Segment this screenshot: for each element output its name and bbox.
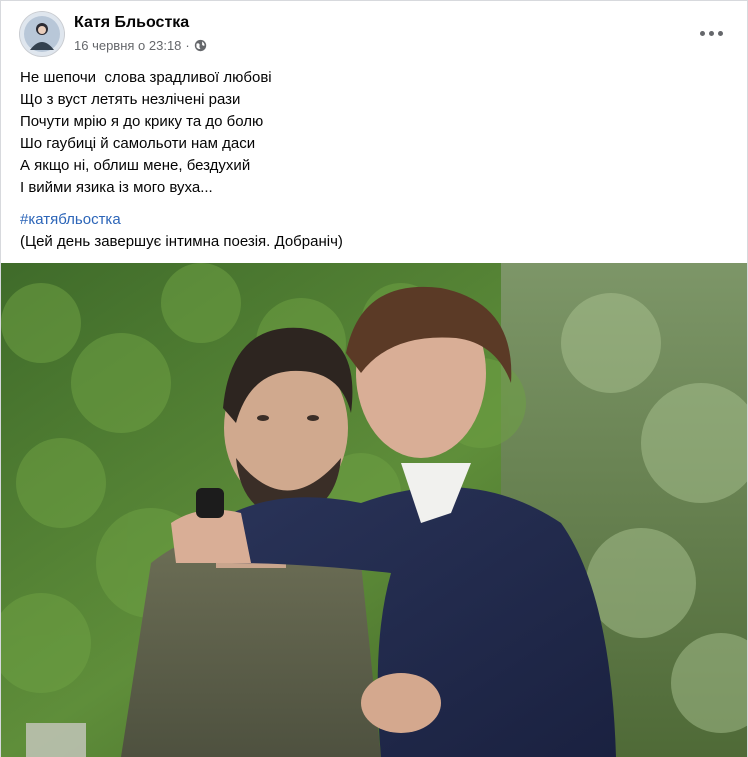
meta-separator: · [185, 38, 190, 53]
poem-line: І вийми язика із мого вуха... [20, 179, 213, 196]
poem-line: Почути мрію я до крику та до болю [20, 113, 264, 130]
author-name[interactable]: Катя Бльостка [74, 14, 189, 32]
post-meta: 16 червня о 23:18 · [74, 38, 207, 53]
author-avatar[interactable] [20, 12, 64, 56]
hashtag-link[interactable]: #катябльостка [20, 211, 121, 228]
poem-line: Що з вуст летять незлічені рази [20, 91, 241, 108]
globe-icon[interactable] [194, 39, 207, 52]
avatar-image [20, 12, 64, 56]
facebook-post: Катя Бльостка 16 червня о 23:18 · Не шеп… [0, 0, 748, 757]
post-header: Катя Бльостка 16 червня о 23:18 · [1, 1, 747, 63]
more-options-icon[interactable] [693, 19, 729, 47]
photo-image [1, 263, 747, 757]
post-footer-text: (Цей день завершує інтимна поезія. Добра… [20, 233, 343, 250]
poem-line: Шо гаубиці й самольоти нам даси [20, 135, 256, 152]
poem-line: Не шепочи слова зрадливої любові [20, 69, 272, 86]
post-timestamp[interactable]: 16 червня о 23:18 [74, 38, 181, 53]
post-photo[interactable] [1, 263, 747, 757]
post-body: Не шепочи слова зрадливої любові Що з ву… [20, 67, 731, 253]
poem-line: А якщо ні, облиш мене, бездухий [20, 157, 251, 174]
